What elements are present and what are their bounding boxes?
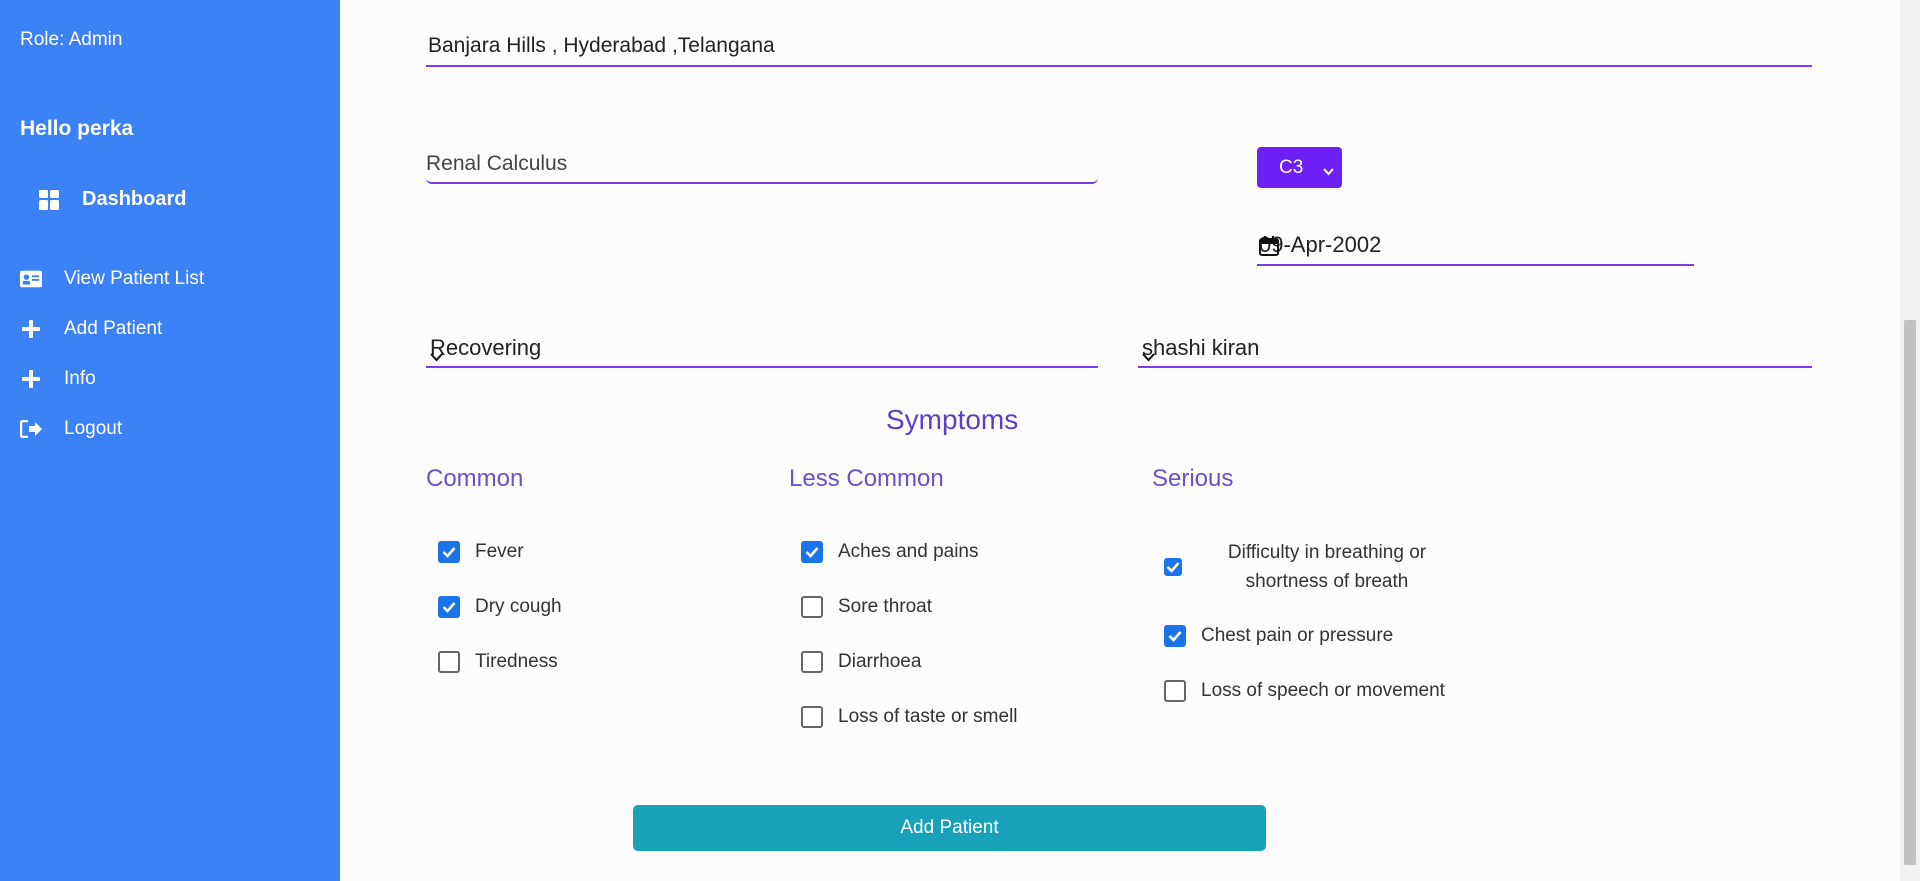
nav-add-patient[interactable]: Add Patient [20, 318, 162, 340]
scrollbar-thumb[interactable] [1904, 320, 1916, 865]
calendar-icon[interactable] [1259, 236, 1682, 262]
symptom-label: Difficulty in breathing or shortness of … [1227, 542, 1427, 592]
symptom-loss-taste-smell[interactable]: Loss of taste or smell [801, 706, 1018, 728]
symptom-diarrhoea[interactable]: Diarrhoea [801, 651, 921, 673]
disease-value: Renal Calculus [426, 152, 568, 175]
id-card-icon [20, 268, 42, 290]
add-patient-button[interactable]: Add Patient [633, 805, 1266, 851]
serious-heading: Serious [1152, 465, 1234, 492]
scrollbar[interactable] [1900, 0, 1920, 881]
symptom-difficulty-breathing[interactable]: Difficulty in breathing or shortness of … [1164, 538, 1442, 596]
checkbox[interactable] [801, 651, 823, 673]
chevron-down-icon [1142, 342, 1804, 368]
checkbox[interactable] [1164, 680, 1186, 702]
nav-dashboard-label: Dashboard [82, 188, 187, 210]
symptom-dry-cough[interactable]: Dry cough [438, 596, 562, 618]
nav-info[interactable]: Info [20, 368, 96, 390]
checkbox[interactable] [1164, 558, 1182, 576]
symptoms-title: Symptoms [886, 404, 1019, 435]
main-content: Banjara Hills , Hyderabad ,Telangana Ren… [340, 0, 1900, 881]
check-icon [442, 547, 456, 558]
date-input[interactable]: 09-Apr-2002 [1257, 228, 1694, 266]
symptom-label: Aches and pains [838, 541, 979, 562]
checkbox[interactable] [438, 541, 460, 563]
nav-view-patient-list[interactable]: View Patient List [20, 268, 204, 290]
disease-input[interactable]: Renal Calculus [426, 148, 1098, 184]
symptom-fever[interactable]: Fever [438, 541, 524, 563]
checkbox[interactable] [801, 706, 823, 728]
status-select[interactable]: Recovering [426, 330, 1098, 368]
greeting: Hello perka [20, 117, 134, 140]
checkbox[interactable] [438, 651, 460, 673]
symptom-label: Dry cough [475, 596, 562, 617]
symptom-sore-throat[interactable]: Sore throat [801, 596, 932, 618]
check-icon [442, 602, 456, 613]
symptom-loss-speech[interactable]: Loss of speech or movement [1164, 680, 1445, 702]
symptom-label: Diarrhoea [838, 651, 922, 672]
chevron-down-icon [430, 342, 1090, 368]
checkbox[interactable] [801, 541, 823, 563]
check-icon [1166, 562, 1180, 573]
address-value: Banjara Hills , Hyderabad ,Telangana [428, 34, 775, 57]
nav-info-label: Info [64, 368, 96, 389]
sign-out-icon [20, 418, 42, 440]
symptom-label: Tiredness [475, 651, 558, 672]
nav-add-patient-label: Add Patient [64, 318, 163, 339]
nav-dashboard[interactable]: Dashboard [38, 188, 186, 211]
symptom-aches[interactable]: Aches and pains [801, 541, 979, 563]
nav-logout[interactable]: Logout [20, 418, 122, 440]
symptom-tiredness[interactable]: Tiredness [438, 651, 558, 673]
role-label: Role: Admin [20, 29, 123, 50]
plus-icon [20, 368, 42, 390]
checkbox[interactable] [438, 596, 460, 618]
address-input[interactable]: Banjara Hills , Hyderabad ,Telangana [426, 28, 1812, 67]
sidebar: Role: Admin Hello perka Dashboard View P… [0, 0, 340, 881]
symptom-label: Loss of speech or movement [1201, 680, 1445, 701]
symptom-label: Loss of taste or smell [838, 706, 1018, 727]
symptom-label: Sore throat [838, 596, 932, 617]
symptom-label: Fever [475, 541, 524, 562]
nav-view-patient-list-label: View Patient List [64, 268, 205, 289]
symptom-chest-pain[interactable]: Chest pain or pressure [1164, 625, 1393, 647]
checkbox[interactable] [1164, 625, 1186, 647]
less-common-heading: Less Common [789, 465, 944, 492]
chevron-down-icon [1323, 160, 1334, 182]
check-icon [1168, 631, 1182, 642]
dashboard-grid-icon [38, 189, 60, 211]
common-heading: Common [426, 465, 524, 492]
stage-select[interactable]: C3 [1257, 147, 1342, 188]
stage-value: C3 [1279, 156, 1304, 178]
checkbox[interactable] [801, 596, 823, 618]
plus-icon [20, 318, 42, 340]
symptom-label: Chest pain or pressure [1201, 625, 1394, 646]
doctor-select[interactable]: shashi kiran [1138, 330, 1812, 368]
check-icon [805, 547, 819, 558]
nav-logout-label: Logout [64, 418, 123, 439]
